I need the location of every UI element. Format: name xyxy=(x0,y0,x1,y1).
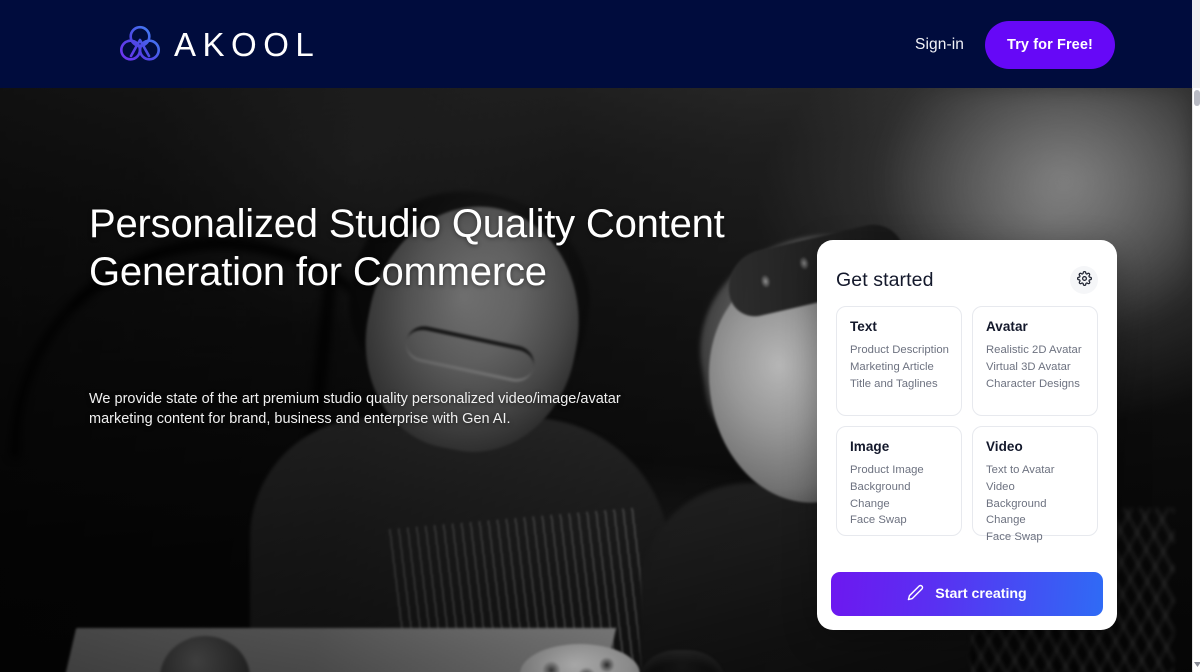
scrollbar-thumb[interactable] xyxy=(1194,90,1200,106)
get-started-header: Get started xyxy=(836,266,1098,294)
tile-title: Image xyxy=(850,439,890,454)
hero-copy: Personalized Studio Quality Content Gene… xyxy=(89,200,729,429)
site-header: AKOOL Sign-in Try for Free! xyxy=(0,0,1192,88)
scrollbar-corner xyxy=(1192,0,1200,88)
get-started-tile-grid: Text Product Description Marketing Artic… xyxy=(836,306,1098,543)
tile-item[interactable]: Background Change xyxy=(986,496,1085,530)
tile-title: Text xyxy=(850,319,877,334)
tile-text[interactable]: Text Product Description Marketing Artic… xyxy=(836,306,962,416)
page-root: Personalized Studio Quality Content Gene… xyxy=(0,0,1200,672)
start-creating-label: Start creating xyxy=(935,586,1027,602)
pencil-icon xyxy=(907,584,924,605)
tile-item[interactable]: Character Designs xyxy=(986,376,1085,393)
tile-item[interactable]: Background Change xyxy=(850,479,949,513)
get-started-title: Get started xyxy=(836,268,934,291)
tile-item[interactable]: Marketing Article xyxy=(850,359,949,376)
tile-item[interactable]: Product Description xyxy=(850,342,949,359)
start-creating-button[interactable]: Start creating xyxy=(831,572,1103,616)
tile-item[interactable]: Text to Avatar Video xyxy=(986,462,1085,496)
scrollbar-down-arrow[interactable] xyxy=(1193,660,1200,668)
tile-item[interactable]: Title and Taglines xyxy=(850,376,949,393)
chevron-down-icon xyxy=(1193,661,1200,667)
tile-item[interactable]: Product Image xyxy=(850,462,949,479)
tile-avatar[interactable]: Avatar Realistic 2D Avatar Virtual 3D Av… xyxy=(972,306,1098,416)
tile-item[interactable]: Face Swap xyxy=(986,529,1085,546)
tile-item[interactable]: Realistic 2D Avatar xyxy=(986,342,1085,359)
tile-title: Avatar xyxy=(986,319,1028,334)
hero-subtitle: We provide state of the art premium stud… xyxy=(89,391,621,427)
get-started-card: Get started Text Product Description Mar… xyxy=(817,240,1117,630)
gear-icon xyxy=(1076,271,1092,289)
tile-title: Video xyxy=(986,439,1023,454)
akool-trefoil-logo-icon xyxy=(118,24,162,64)
settings-button[interactable] xyxy=(1070,266,1098,294)
tile-video[interactable]: Video Text to Avatar Video Background Ch… xyxy=(972,426,1098,543)
logo[interactable]: AKOOL xyxy=(118,24,320,64)
logo-wordmark: AKOOL xyxy=(174,25,321,63)
vertical-scrollbar[interactable] xyxy=(1192,88,1200,672)
tile-image[interactable]: Image Product Image Background Change Fa… xyxy=(836,426,962,536)
page-title: Personalized Studio Quality Content Gene… xyxy=(89,202,725,294)
tile-item[interactable]: Virtual 3D Avatar xyxy=(986,359,1085,376)
try-for-free-button[interactable]: Try for Free! xyxy=(985,21,1115,69)
tile-item[interactable]: Face Swap xyxy=(850,512,949,529)
signin-link[interactable]: Sign-in xyxy=(915,36,964,54)
